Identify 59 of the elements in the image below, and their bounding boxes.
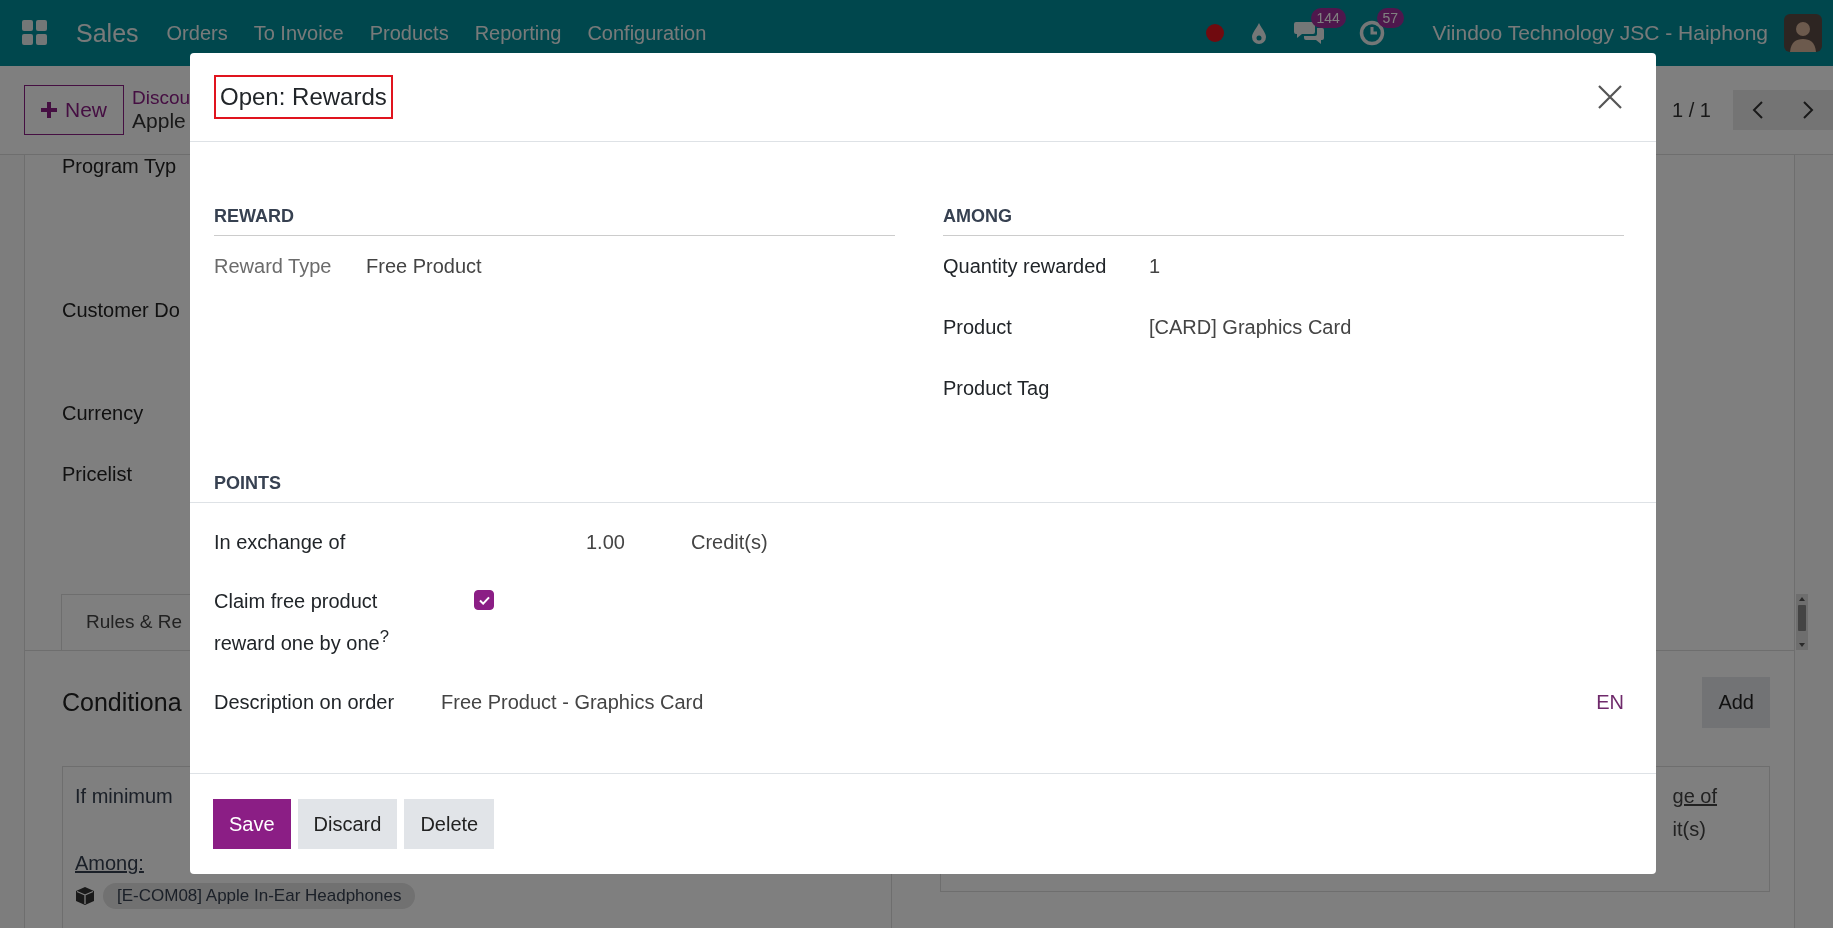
section-heading: REWARD [214, 206, 895, 236]
app-name[interactable]: Sales [76, 18, 139, 48]
add-button[interactable]: Add [1702, 677, 1770, 728]
field-label: Product [943, 316, 1013, 339]
field-value[interactable]: 1.00 [586, 531, 691, 554]
record-dot-icon[interactable] [1204, 23, 1225, 43]
field-label: In exchange of [214, 531, 347, 554]
chevron-right-icon [1802, 100, 1814, 120]
check-icon [478, 595, 490, 605]
dialog-button[interactable]: Delete [404, 799, 495, 849]
language-link[interactable]: EN [1596, 690, 1624, 714]
previous-button[interactable] [1733, 90, 1783, 130]
section-heading: POINTS [190, 473, 1656, 503]
field-value[interactable]: Free Product [366, 255, 482, 278]
rule-text: If minimum [75, 785, 174, 808]
field-value[interactable]: 1 [1149, 255, 1161, 278]
menu-item[interactable]: Configuration [587, 21, 707, 45]
field-label: Product Tag [943, 377, 1051, 400]
menu-item[interactable]: To Invoice [253, 21, 344, 45]
record-title: Apple [132, 109, 187, 133]
menu-item[interactable]: Orders [166, 21, 228, 45]
field-value[interactable]: [CARD] Graphics Card [1149, 316, 1352, 339]
activity-count-badge: 57 [1376, 8, 1405, 28]
checkbox[interactable] [474, 590, 494, 610]
next-button[interactable] [1783, 90, 1833, 130]
message-count-badge: 144 [1310, 8, 1346, 28]
chevron-left-icon [1752, 100, 1764, 120]
dialog-button[interactable]: Discard [297, 799, 398, 849]
unit-label: Credit(s) [691, 531, 768, 554]
field-label: Program Typ [62, 155, 177, 177]
clock-icon[interactable] [1358, 20, 1385, 46]
plus-icon [41, 102, 57, 118]
company-name[interactable]: Viindoo Technology JSC - Haiphong [1432, 21, 1768, 45]
field-label: Currency [62, 402, 144, 424]
field-label: Pricelist [62, 463, 132, 485]
field-label: Description on order [214, 690, 396, 714]
field-label: Quantity rewarded [943, 255, 1108, 278]
field-value[interactable]: Free Product - Graphics Card [441, 690, 704, 714]
dialog-button[interactable]: Save [213, 799, 291, 849]
dialog-title: Open: Rewards [214, 75, 393, 119]
app-grid-icon[interactable] [22, 20, 48, 46]
close-icon[interactable] [1598, 85, 1622, 109]
user-avatar-icon[interactable] [1784, 14, 1822, 52]
pager-value[interactable]: 1 / 1 [1672, 98, 1711, 122]
product-tag: [E-COM08] Apple In-Ear Headphones [103, 883, 416, 909]
menu-item[interactable]: Products [369, 21, 449, 45]
drop-icon[interactable] [1250, 22, 1267, 44]
menu-item[interactable]: Reporting [474, 21, 562, 45]
new-button[interactable]: New [24, 85, 124, 135]
reward-link[interactable]: ge of [1672, 785, 1717, 808]
box-icon [75, 886, 95, 906]
among-label: Among: [75, 852, 144, 875]
section-title: Conditiona [62, 688, 182, 717]
breadcrumb-link[interactable]: Discou [132, 87, 191, 109]
field-label: Customer Do [62, 299, 180, 321]
section-heading: AMONG [943, 206, 1624, 236]
field-label: Reward Type [214, 255, 333, 278]
scrollbar-icon[interactable] [1796, 594, 1808, 650]
reward-text: it(s) [1672, 818, 1707, 841]
